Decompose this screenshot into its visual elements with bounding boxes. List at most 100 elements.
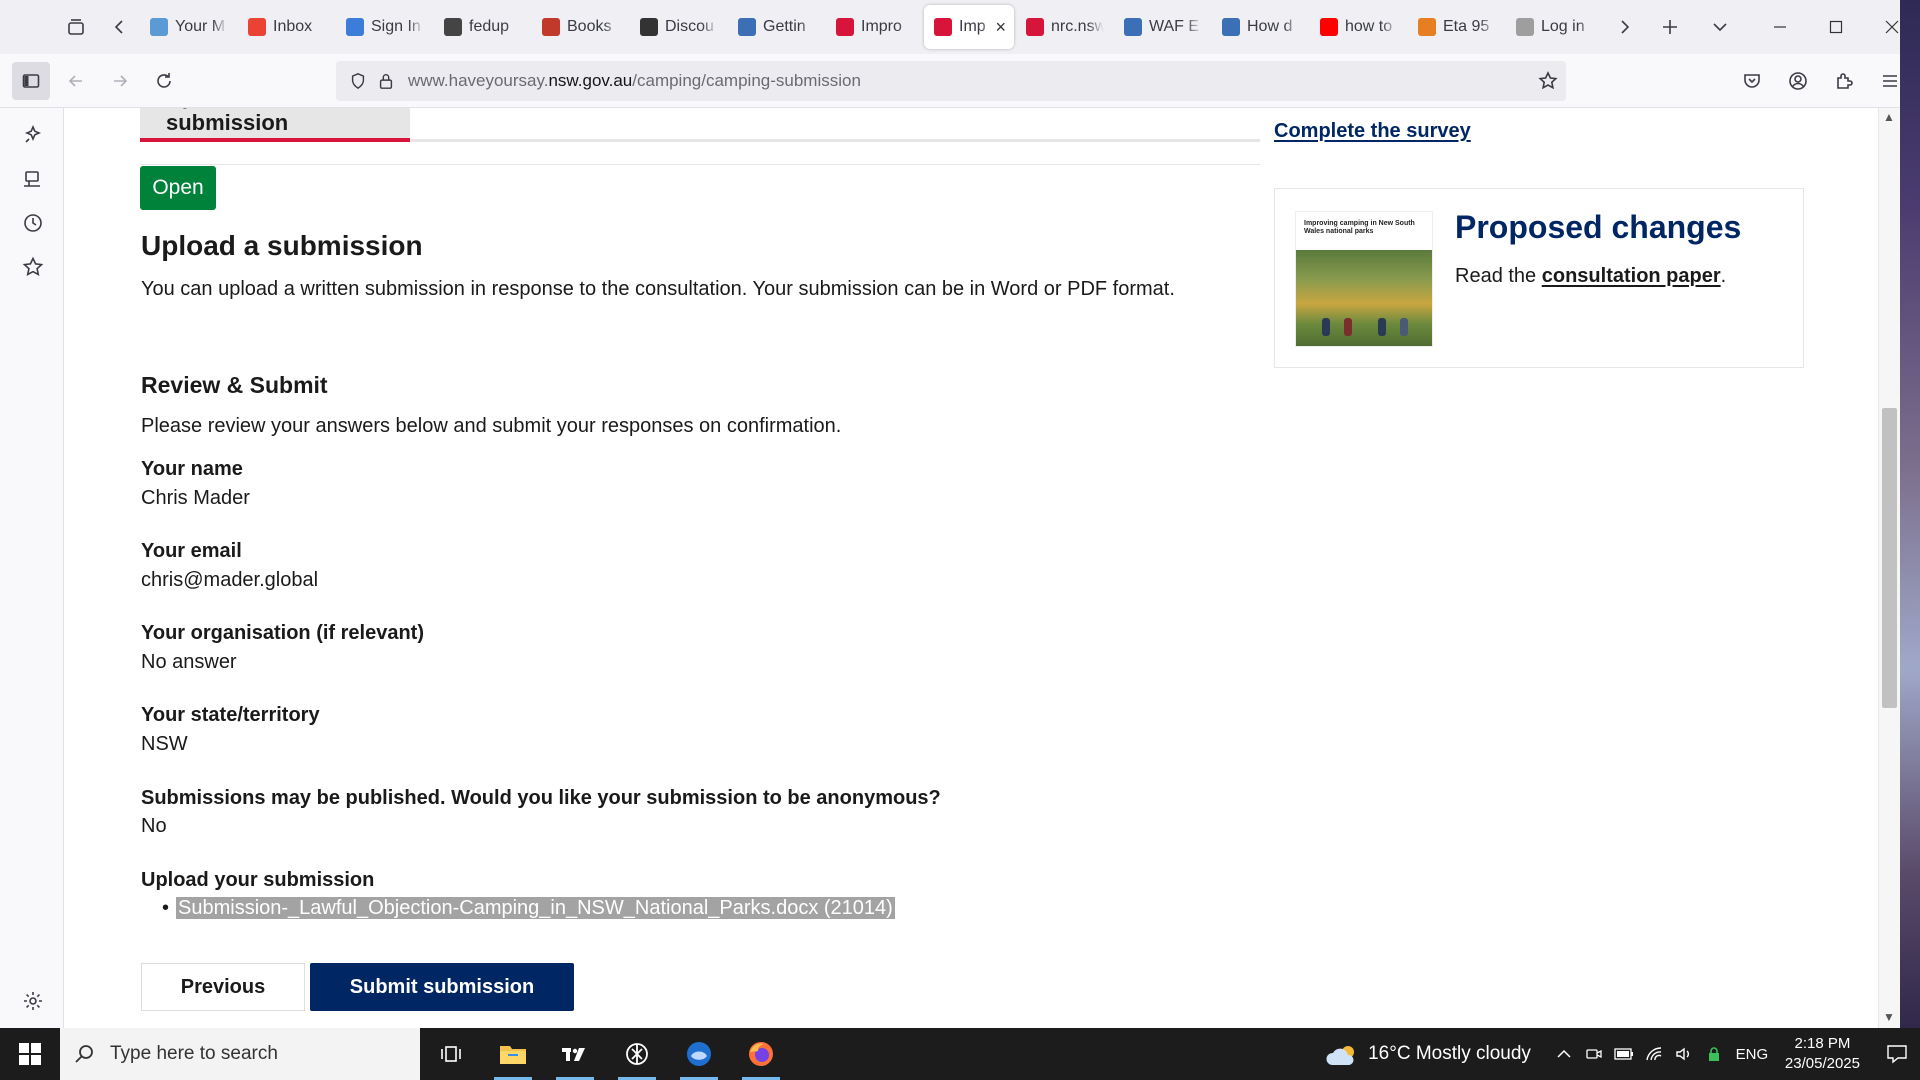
- volume-icon[interactable]: [1669, 1046, 1699, 1062]
- weather-widget[interactable]: 16°C Mostly cloudy: [1326, 1043, 1531, 1065]
- submit-submission-button[interactable]: Submit submission: [310, 963, 574, 1011]
- anonymous-value: No: [141, 815, 167, 837]
- ai-chatbot-icon[interactable]: [20, 122, 46, 148]
- browser-tab[interactable]: WAF E: [1114, 5, 1210, 49]
- gmail-icon: [248, 18, 266, 36]
- card-title: Proposed changes: [1455, 209, 1742, 245]
- list-bullet: •: [162, 897, 170, 919]
- lock-icon[interactable]: [376, 72, 396, 90]
- browser-tab-title: fedup: [469, 18, 510, 35]
- minimize-icon[interactable]: [1752, 0, 1808, 54]
- clock[interactable]: 2:18 PM 23/05/2025: [1785, 1034, 1860, 1074]
- nsw-icon: [1124, 18, 1142, 36]
- uploaded-file-link[interactable]: Submission-_Lawful_Objection-Camping_in_…: [176, 897, 895, 919]
- scroll-tabs-right-icon[interactable]: [1604, 7, 1644, 47]
- forward-icon[interactable]: [102, 63, 138, 99]
- bookmark-star-icon[interactable]: [1538, 71, 1558, 96]
- scroll-up-icon[interactable]: ▲: [1883, 110, 1895, 124]
- photo-figure: [1400, 318, 1408, 336]
- organisation-label: Your organisation (if relevant): [141, 622, 424, 644]
- browser-tab[interactable]: Inbox: [238, 5, 334, 49]
- name-label: Your name: [141, 458, 243, 480]
- bookmarks-star-icon[interactable]: [20, 254, 46, 280]
- email-value: chris@mader.global: [141, 569, 319, 591]
- show-hidden-icons-chevron-icon[interactable]: [1549, 1049, 1579, 1059]
- complete-survey-link[interactable]: Complete the survey: [1274, 120, 1471, 143]
- tab-strip: Your M Inbox Sign In fedup Books Discou Gettin…: [0, 0, 1920, 54]
- meet-now-icon[interactable]: [1579, 1047, 1609, 1061]
- nsw-icon: [1222, 18, 1240, 36]
- thumbnail-title: Improving camping in New South Wales nat…: [1304, 220, 1415, 235]
- notifications-icon[interactable]: [1874, 1044, 1920, 1064]
- list-all-tabs-icon[interactable]: [1700, 7, 1740, 47]
- scroll-thumb[interactable]: [1882, 408, 1897, 708]
- history-icon[interactable]: [20, 210, 46, 236]
- customize-sidebar-gear-icon[interactable]: [20, 988, 46, 1014]
- browser-tab-title: Discou: [665, 18, 714, 35]
- page-scrollbar[interactable]: ▲ ▼: [1878, 108, 1900, 1028]
- key-icon: [346, 18, 364, 36]
- close-tab-icon[interactable]: ×: [995, 17, 1006, 38]
- youtube-icon: [1320, 18, 1338, 36]
- tab-groups-icon[interactable]: [56, 7, 96, 47]
- file-explorer-icon[interactable]: [482, 1028, 544, 1080]
- vpn-lock-icon[interactable]: [1699, 1046, 1729, 1062]
- extensions-icon[interactable]: [1826, 63, 1862, 99]
- browser-tab[interactable]: Sign In: [336, 5, 432, 49]
- pocket-icon: [444, 18, 462, 36]
- account-icon[interactable]: [1780, 63, 1816, 99]
- reload-icon[interactable]: [146, 63, 182, 99]
- new-tab-icon[interactable]: [1650, 7, 1690, 47]
- windows-start-icon[interactable]: [0, 1028, 60, 1080]
- consultation-paper-thumbnail[interactable]: Improving camping in New South Wales nat…: [1295, 211, 1433, 347]
- browser-tab-title: Impro: [861, 18, 902, 35]
- thunderbird-icon[interactable]: [668, 1028, 730, 1080]
- synced-tabs-icon[interactable]: [20, 166, 46, 192]
- url-text[interactable]: www.haveyoursay.nsw.gov.au/camping/campi…: [408, 71, 1566, 91]
- browser-tab[interactable]: How d: [1212, 5, 1308, 49]
- maximize-icon[interactable]: [1808, 0, 1864, 54]
- browser-tab-title: nrc.nsw: [1051, 18, 1104, 35]
- chatgpt-icon[interactable]: [606, 1028, 668, 1080]
- page-section-tab[interactable]: Upload a submission: [140, 108, 410, 138]
- browser-tab[interactable]: Discou: [630, 5, 726, 49]
- review-heading: Review & Submit: [141, 372, 328, 398]
- clock-date: 23/05/2025: [1784, 1055, 1860, 1072]
- tracking-protection-icon[interactable]: [340, 72, 376, 90]
- task-view-icon[interactable]: [420, 1028, 482, 1080]
- pocket-icon[interactable]: [1734, 63, 1770, 99]
- browser-tab-title: Imp: [959, 18, 986, 35]
- taskbar-search-input[interactable]: Type here to search: [60, 1028, 420, 1080]
- input-language[interactable]: ENG: [1729, 1046, 1775, 1063]
- address-bar[interactable]: www.haveyoursay.nsw.gov.au/camping/campi…: [336, 61, 1566, 101]
- browser-tab[interactable]: nrc.nsw: [1016, 5, 1112, 49]
- firefox-icon[interactable]: [730, 1028, 792, 1080]
- browser-tab[interactable]: how to: [1310, 5, 1406, 49]
- scroll-down-icon[interactable]: ▼: [1883, 1010, 1895, 1024]
- browser-tab[interactable]: Eta 95: [1408, 5, 1504, 49]
- tradingview-icon[interactable]: [544, 1028, 606, 1080]
- battery-icon[interactable]: [1609, 1048, 1639, 1060]
- browser-tab-title: How d: [1247, 18, 1293, 35]
- tab-list: Your M Inbox Sign In fedup Books Discou Gettin…: [140, 0, 1604, 54]
- back-icon[interactable]: [58, 63, 94, 99]
- browser-tab[interactable]: Your M: [140, 5, 236, 49]
- browser-tab-title: Sign In: [371, 18, 421, 35]
- browser-tab[interactable]: Gettin: [728, 5, 824, 49]
- state-label: Your state/territory: [141, 704, 320, 726]
- consultation-paper-link[interactable]: consultation paper: [1542, 265, 1721, 287]
- browser-tab[interactable]: Log in: [1506, 5, 1602, 49]
- browser-tab[interactable]: Impro: [826, 5, 922, 49]
- browser-tab[interactable]: fedup: [434, 5, 530, 49]
- photo-figure: [1378, 318, 1386, 336]
- page-section-tab-label: Upload a submission: [166, 108, 289, 135]
- browser-tab-active[interactable]: Imp ×: [924, 5, 1014, 49]
- previous-button[interactable]: Previous: [141, 963, 305, 1011]
- tab-divider: [410, 139, 1260, 142]
- browser-tab[interactable]: Books: [532, 5, 628, 49]
- window-controls: [1752, 0, 1920, 54]
- scroll-tabs-left-icon[interactable]: [100, 7, 140, 47]
- sidebar-toggle-icon[interactable]: [12, 61, 50, 100]
- browser-tab-title: Eta 95: [1443, 18, 1490, 35]
- wifi-icon[interactable]: [1639, 1046, 1669, 1062]
